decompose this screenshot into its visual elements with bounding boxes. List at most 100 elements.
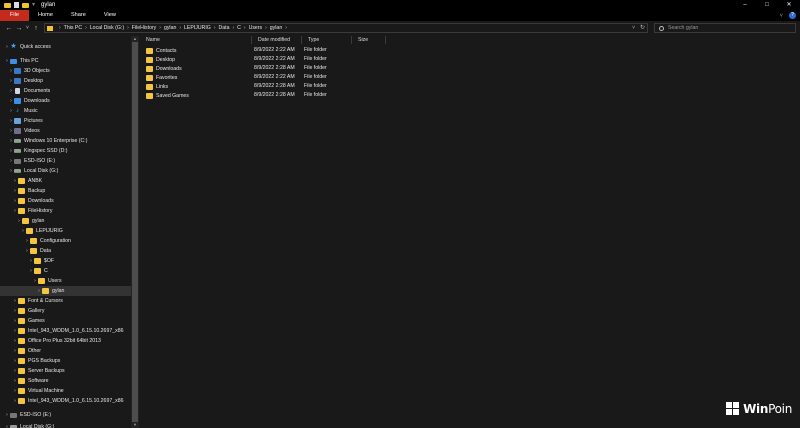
sidebar-item[interactable]: › FileHistory bbox=[0, 206, 53, 216]
tab-home[interactable]: Home bbox=[29, 10, 62, 21]
properties-icon[interactable] bbox=[14, 2, 19, 8]
navigation-pane: › ★ Quick access › This PC › 3D Objects › Deskto… bbox=[0, 36, 140, 428]
file-type: File folder bbox=[304, 83, 327, 89]
sidebar-item[interactable]: › gylan bbox=[0, 216, 44, 226]
sidebar-item[interactable]: › Downloads bbox=[0, 196, 54, 206]
sidebar-item[interactable]: › Users bbox=[0, 276, 62, 286]
sidebar-item[interactable]: › Backup bbox=[0, 186, 45, 196]
sidebar-scrollbar-thumb[interactable] bbox=[132, 42, 138, 422]
sidebar-item[interactable]: › ♪ Music bbox=[0, 106, 37, 116]
chevron-right-icon[interactable]: › bbox=[85, 25, 87, 31]
expand-chevron-icon[interactable]: › bbox=[8, 88, 14, 94]
column-header-size[interactable]: Size bbox=[352, 36, 386, 44]
chevron-right-icon[interactable]: › bbox=[159, 25, 161, 31]
chevron-right-icon[interactable]: › bbox=[59, 25, 61, 31]
sidebar-item[interactable]: › Server Backups bbox=[0, 366, 65, 376]
breadcrumb-users[interactable]: Users bbox=[249, 25, 263, 31]
sidebar-item[interactable]: › Data bbox=[0, 246, 51, 256]
sidebar-item[interactable]: › This PC bbox=[0, 56, 38, 66]
sidebar-item[interactable]: › LEPIJURIG bbox=[0, 226, 63, 236]
breadcrumb-c[interactable]: C bbox=[237, 25, 241, 31]
chevron-right-icon[interactable]: › bbox=[127, 25, 129, 31]
sidebar-item[interactable]: › Configuration bbox=[0, 236, 71, 246]
sidebar-item[interactable]: › Games bbox=[0, 316, 45, 326]
sidebar-item[interactable]: › Other bbox=[0, 346, 41, 356]
sidebar-item[interactable]: › Intel_943_WDDM_1.0_6.15.10.2697_x86 bbox=[0, 326, 123, 336]
column-header-name[interactable]: Name bbox=[140, 36, 252, 44]
breadcrumb-this-pc[interactable]: This PC bbox=[64, 25, 82, 31]
forward-arrow-icon[interactable]: → bbox=[14, 25, 24, 32]
search-input[interactable]: Search gylan bbox=[654, 23, 796, 33]
new-folder-icon[interactable] bbox=[22, 2, 29, 8]
sidebar-item[interactable]: › C bbox=[0, 266, 48, 276]
file-row[interactable]: Favorites 8/9/2022 2:22 AM File folder bbox=[146, 73, 386, 82]
chevron-right-icon[interactable]: › bbox=[232, 25, 234, 31]
sidebar-item[interactable]: › Kingspec SSD (D:) bbox=[0, 146, 68, 156]
chevron-right-icon[interactable]: › bbox=[214, 25, 216, 31]
sidebar-item[interactable]: › Downloads bbox=[0, 96, 50, 106]
sidebar-item-label: Downloads bbox=[28, 198, 54, 204]
refresh-icon[interactable]: ↻ bbox=[640, 24, 645, 33]
breadcrumb-filehistory[interactable]: FileHistory bbox=[132, 25, 157, 31]
recent-locations-icon[interactable]: ˅ bbox=[24, 25, 31, 31]
breadcrumb-data[interactable]: Data bbox=[219, 25, 230, 31]
help-icon[interactable]: ? bbox=[789, 12, 796, 19]
sidebar-item[interactable]: › Pictures bbox=[0, 116, 43, 126]
sidebar-item[interactable]: › Software bbox=[0, 376, 48, 386]
sidebar-item-label: Kingspec SSD (D:) bbox=[24, 148, 68, 154]
chevron-right-icon[interactable]: › bbox=[244, 25, 246, 31]
sidebar-item[interactable]: › 3D Objects bbox=[0, 66, 50, 76]
file-row[interactable]: Links 8/9/2022 2:28 AM File folder bbox=[146, 82, 386, 91]
file-row[interactable]: Contacts 8/9/2022 2:22 AM File folder bbox=[146, 46, 386, 55]
scroll-up-arrow-icon[interactable]: ▲ bbox=[131, 36, 139, 42]
back-arrow-icon[interactable]: ← bbox=[4, 25, 14, 32]
breadcrumb-gylan-current[interactable]: gylan bbox=[270, 25, 282, 31]
file-row[interactable]: Saved Games 8/9/2022 2:28 AM File folder bbox=[146, 91, 386, 100]
sidebar-item[interactable]: › gylan bbox=[0, 286, 131, 296]
file-row[interactable]: Downloads 8/9/2022 2:28 AM File folder bbox=[146, 64, 386, 73]
column-header-type[interactable]: Type bbox=[302, 36, 352, 44]
sidebar-item[interactable]: › Gallery bbox=[0, 306, 44, 316]
sidebar-item[interactable]: › Windows 10 Enterprise (C:) bbox=[0, 136, 87, 146]
sidebar-item[interactable]: › ESD-ISO (E:) bbox=[0, 410, 51, 420]
sidebar-item-label: Software bbox=[28, 378, 49, 384]
scroll-down-arrow-icon[interactable]: ▼ bbox=[131, 422, 139, 428]
chevron-right-icon[interactable]: › bbox=[265, 25, 267, 31]
expand-ribbon-icon[interactable]: ˅ bbox=[780, 13, 783, 19]
maximize-button[interactable]: □ bbox=[756, 0, 778, 10]
sidebar-item[interactable]: › $OF bbox=[0, 256, 54, 266]
sidebar-item[interactable]: › ANBK bbox=[0, 176, 42, 186]
sidebar-item[interactable]: › Font & Cursors bbox=[0, 296, 63, 306]
tab-view[interactable]: View bbox=[95, 10, 125, 21]
sidebar-item[interactable]: › ★ Quick access bbox=[0, 42, 51, 52]
sidebar-item[interactable]: › Local Disk (G:) bbox=[0, 166, 58, 176]
up-arrow-icon[interactable]: ↑ bbox=[31, 25, 41, 32]
sidebar-item[interactable]: › Local Disk (G:) bbox=[0, 422, 54, 428]
sidebar-item[interactable]: › PGS Backups bbox=[0, 356, 60, 366]
breadcrumb-gylan[interactable]: gylan bbox=[164, 25, 176, 31]
sidebar-item[interactable]: › Office Pro Plus 32bit 64bit 2013 bbox=[0, 336, 101, 346]
sidebar-item[interactable]: › ESD-ISO (E:) bbox=[0, 156, 55, 166]
sidebar-item[interactable]: › Documents bbox=[0, 86, 50, 96]
address-dropdown-icon[interactable]: ˅ bbox=[632, 24, 635, 33]
close-button[interactable]: ✕ bbox=[778, 0, 800, 10]
chevron-right-icon[interactable]: › bbox=[179, 25, 181, 31]
chevron-right-icon[interactable]: › bbox=[285, 25, 287, 31]
sidebar-item[interactable]: › Intel_943_WDDM_1.0_6.15.10.2697_x86 bbox=[0, 396, 123, 406]
tab-file[interactable]: File bbox=[0, 10, 30, 21]
pictures-icon bbox=[14, 118, 21, 124]
minimize-button[interactable]: – bbox=[734, 0, 756, 10]
column-headers: Name Date modified Type Size bbox=[140, 36, 800, 44]
customize-toolbar-icon[interactable]: ▾ bbox=[32, 2, 35, 8]
address-bar[interactable]: › This PC › Local Disk (G:) › FileHistor… bbox=[44, 23, 648, 33]
sidebar-item[interactable]: › Desktop bbox=[0, 76, 43, 86]
tab-share[interactable]: Share bbox=[62, 10, 95, 21]
sidebar-item[interactable]: › Virtual Machine bbox=[0, 386, 64, 396]
breadcrumb-local-disk[interactable]: Local Disk (G:) bbox=[90, 25, 124, 31]
sidebar-item-label: Users bbox=[48, 278, 62, 284]
sidebar-item[interactable]: › Videos bbox=[0, 126, 40, 136]
folder-icon bbox=[18, 188, 25, 194]
breadcrumb-lepijurig[interactable]: LEPIJURIG bbox=[184, 25, 211, 31]
column-header-date[interactable]: Date modified bbox=[252, 36, 302, 44]
file-row[interactable]: Desktop 8/9/2022 2:22 AM File folder bbox=[146, 55, 386, 64]
